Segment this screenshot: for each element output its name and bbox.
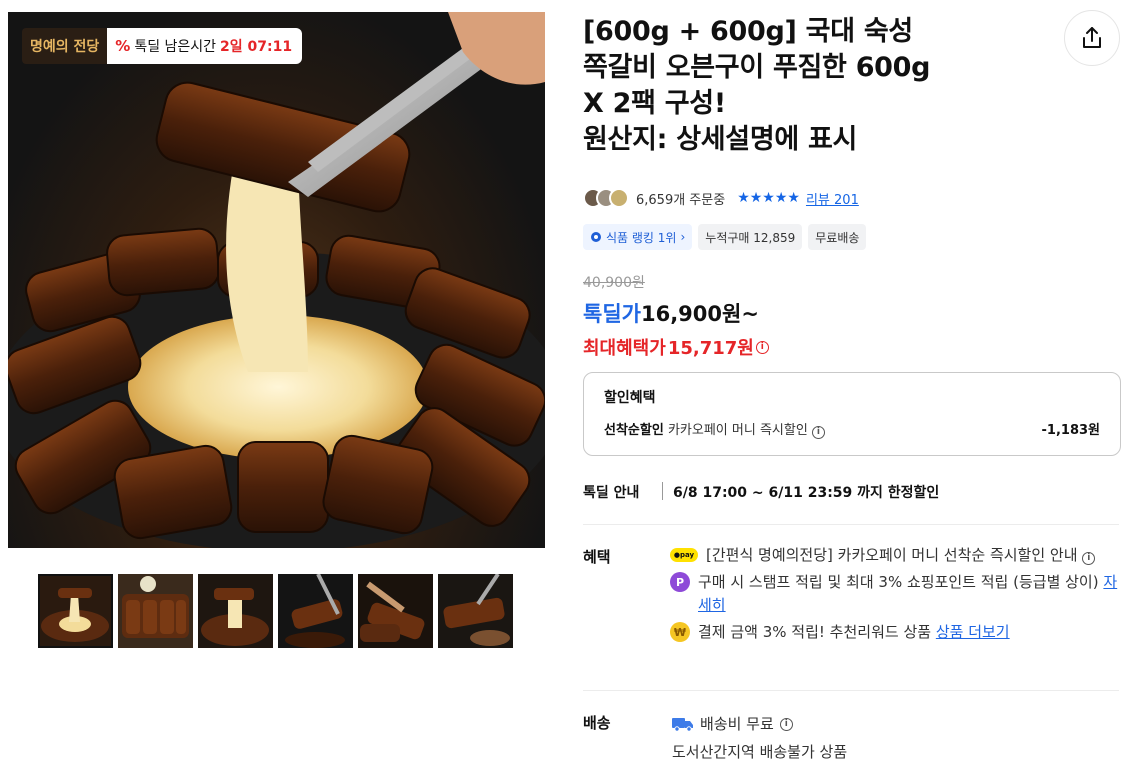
buyer-avatars [583,188,629,208]
point-icon: P [670,572,690,592]
benefit-text: 결제 금액 3% 적립! 추천리워드 상품 [698,623,932,641]
deal-info-period: 6/8 17:00 ~ 6/11 23:59 까지 한정할인 [673,485,940,501]
share-button[interactable] [1064,10,1120,66]
badge-brand-label: 명예의 전당 [22,28,108,64]
thumbnail-4[interactable] [278,574,353,648]
percent-icon: % [115,37,131,55]
info-icon[interactable]: i [779,717,793,731]
divider [583,690,1119,691]
benefit-item-reward: ₩ 결제 금액 3% 적립! 추천리워드 상품 상품 더보기 [670,621,1120,644]
max-benefit-price: 15,717원 [667,338,754,359]
title-line-3: X 2팩 구성! [583,88,726,119]
title-line-2: 쪽갈비 오븐구이 푸짐한 600g [583,52,931,83]
thumbnail-1[interactable] [38,574,113,648]
benefit-text: 구매 시 스탬프 적립 및 최대 3% 쇼핑포인트 적립 (등급별 상이) [698,573,1099,591]
won-coin-icon: ₩ [670,622,690,642]
ranking-gear-icon [591,232,601,242]
ribs-cheese-photo [8,12,545,548]
benefit-label: 혜택 [583,548,611,566]
truck-icon [672,718,693,732]
shipping-label: 배송 [583,714,611,732]
benefit-text: [간편식 명예의전당] 카카오페이 머니 선착순 즉시할인 안내 [706,546,1078,564]
chevron-right-icon: › [680,230,686,244]
max-benefit-row: 최대혜택가 15,717원 i [583,334,769,360]
shipping-note: 도서산간지역 배송불가 상품 [672,743,848,761]
deal-timer: % 톡딜 남은시간 2일 07:11 [107,28,303,64]
hall-of-fame-badge: 명예의 전당 % 톡딜 남은시간 2일 07:11 [22,28,303,64]
benefit-item-kakaopay[interactable]: ●pay [간편식 명예의전당] 카카오페이 머니 선착순 즉시할인 안내 i [670,544,1120,567]
rating-stars-icon: ★★★★★ [737,190,800,206]
original-price: 40,900원 [583,275,645,291]
max-benefit-label: 최대혜택가 [583,338,666,359]
deal-price: 16,900원~ [640,302,759,326]
thumbnail-3[interactable] [198,574,273,648]
timer-value: 2일 07:11 [220,39,293,55]
title-line-1: [600g + 600g] 국대 숙성 [583,16,913,47]
info-icon[interactable]: i [811,426,825,439]
shipping-info: 배송비 무료 i 도서산간지역 배송불가 상품 [672,710,847,766]
share-icon [1083,27,1101,48]
discount-box: 할인혜택 선착순할인 카카오페이 머니 즉시할인 i -1,183원 [583,372,1121,456]
review-link[interactable]: 리뷰 201 [806,189,859,208]
divider [583,524,1119,525]
more-products-link[interactable]: 상품 더보기 [936,623,1010,641]
benefit-list: ●pay [간편식 명예의전당] 카카오페이 머니 선착순 즉시할인 안내 i … [670,544,1120,648]
thumbnail-5[interactable] [358,574,433,648]
order-count: 6,659개 주문중 [636,192,726,208]
discount-header: 할인혜택 [604,390,656,406]
cumulative-purchase-chip: 누적구매 12,859 [698,224,803,250]
discount-row: 선착순할인 카카오페이 머니 즉시할인 i -1,183원 [604,419,1100,439]
free-shipping-chip: 무료배송 [808,224,867,250]
avatar [609,188,629,208]
timer-label: 톡딜 남은시간 [134,39,217,55]
product-title: [600g + 600g] 국대 숙성 쪽갈비 오븐구이 푸짐한 600g X … [583,14,1023,158]
ranking-label: 식품 랭킹 1위 [606,230,677,245]
social-proof-row: 6,659개 주문중 ★★★★★ 리뷰 201 [583,184,859,212]
info-icon[interactable]: i [1082,552,1096,565]
thumbnail-strip [38,574,513,648]
deal-info-row: 톡딜 안내 6/8 17:00 ~ 6/11 23:59 까지 한정할인 [583,482,939,502]
product-info: [600g + 600g] 국대 숙성 쪽갈비 오븐구이 푸짐한 600g X … [583,14,1123,158]
title-line-4: 원산지: 상세설명에 표시 [583,124,858,155]
benefit-item-points: P 구매 시 스탬프 적립 및 최대 3% 쇼핑포인트 적립 (등급별 상이) … [670,571,1120,617]
deal-price-row: 톡딜가 16,900원~ [583,298,759,328]
deal-info-label: 톡딜 안내 [583,482,663,501]
thumbnail-6[interactable] [438,574,513,648]
deal-price-label: 톡딜가 [583,302,641,326]
badge-chips: 식품 랭킹 1위 › 누적구매 12,859 무료배송 [583,224,867,250]
kakaopay-discount-text: 카카오페이 머니 즉시할인 [667,423,808,438]
shipping-fee: 배송비 무료 [700,715,774,733]
first-come-discount-label: 선착순할인 [604,423,664,438]
info-icon[interactable]: i [755,340,769,354]
discount-amount: -1,183원 [1041,423,1100,438]
kakaopay-icon: ●pay [670,548,698,562]
food-ranking-chip[interactable]: 식품 랭킹 1위 › [583,224,693,250]
thumbnail-2[interactable] [118,574,193,648]
main-product-image: 명예의 전당 % 톡딜 남은시간 2일 07:11 [8,12,545,548]
